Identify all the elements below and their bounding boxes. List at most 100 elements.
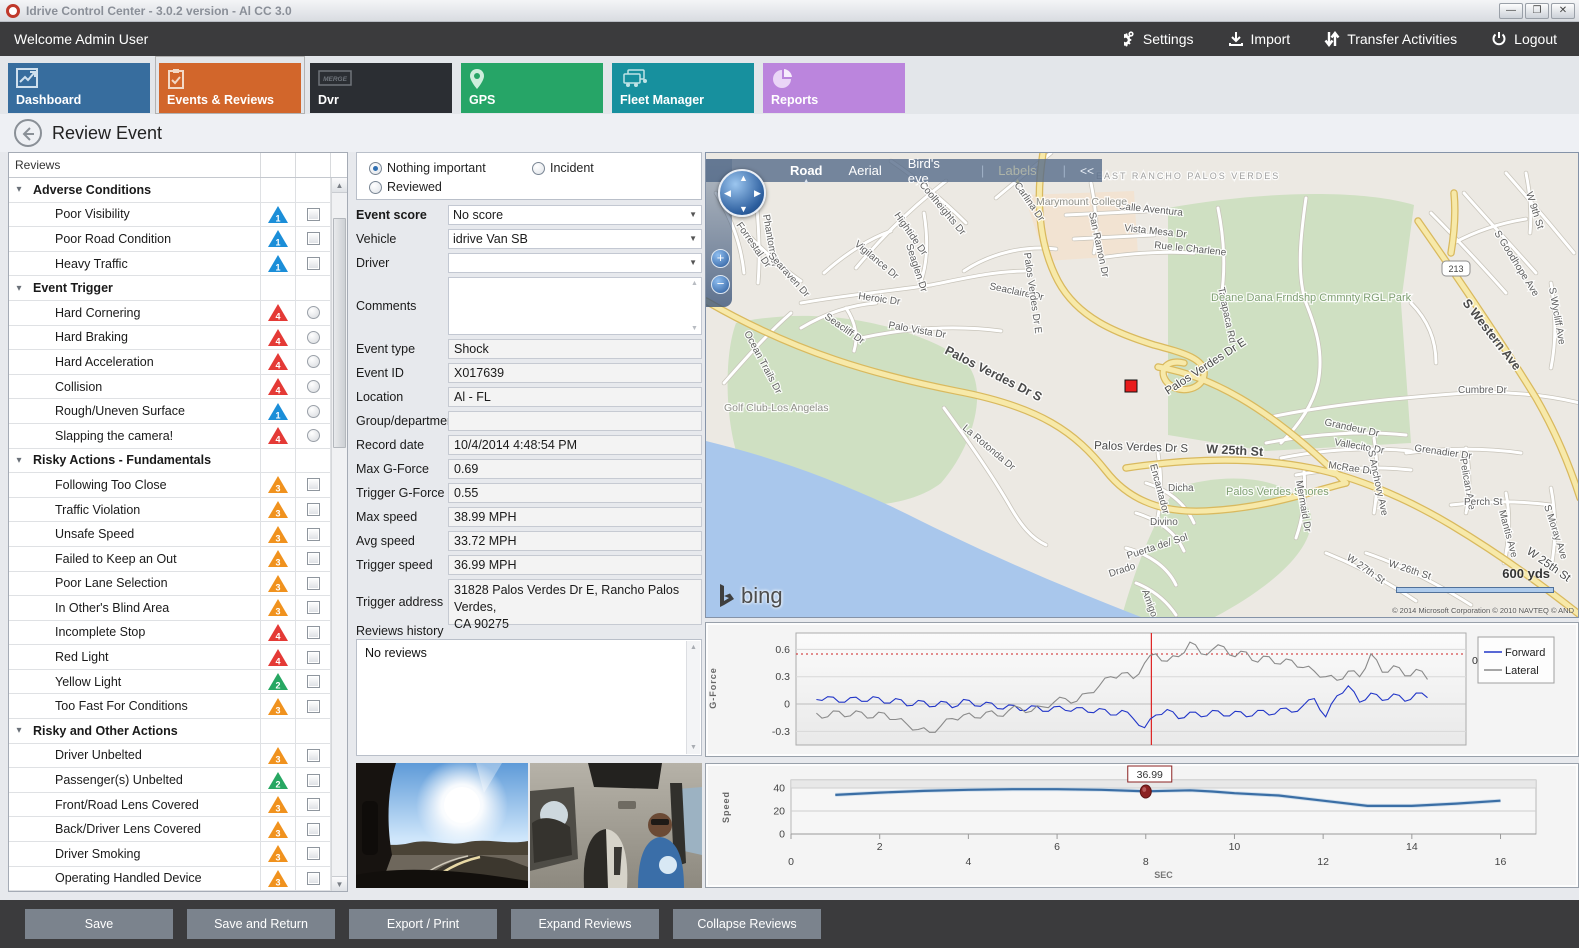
event-score-select[interactable]: No score bbox=[448, 205, 702, 225]
status-radio-nothing-important[interactable]: Nothing important bbox=[369, 161, 486, 175]
item-checkbox[interactable] bbox=[307, 700, 320, 713]
tree-item-row[interactable]: Driver Unbelted3 bbox=[9, 744, 331, 769]
item-checkbox[interactable] bbox=[307, 749, 320, 762]
comments-textarea[interactable]: ▲▼ bbox=[448, 277, 702, 335]
minimize-button[interactable]: — bbox=[1499, 3, 1523, 19]
tree-item-row[interactable]: Traffic Violation3 bbox=[9, 498, 331, 523]
item-radio[interactable] bbox=[307, 355, 320, 368]
expand-reviews-button[interactable]: Expand Reviews bbox=[511, 909, 659, 939]
item-radio[interactable] bbox=[307, 405, 320, 418]
item-checkbox[interactable] bbox=[307, 872, 320, 885]
tree-item-row[interactable]: Front/Road Lens Covered3 bbox=[9, 793, 331, 818]
scroll-up-icon[interactable]: ▲ bbox=[332, 178, 347, 193]
tab-fleet-manager[interactable]: Fleet Manager bbox=[612, 63, 754, 113]
collapse-arrow-icon[interactable]: ▾ bbox=[9, 184, 29, 195]
tree-item-row[interactable]: Passenger(s) Unbelted2 bbox=[9, 768, 331, 793]
scroll-thumb[interactable] bbox=[333, 218, 346, 448]
radio-icon[interactable] bbox=[369, 181, 382, 194]
item-checkbox[interactable] bbox=[307, 601, 320, 614]
collapse-reviews-button[interactable]: Collapse Reviews bbox=[673, 909, 821, 939]
map-view-bird-s-eye[interactable]: Bird's eye bbox=[908, 156, 955, 186]
map-pan-control[interactable]: ▲▼ ◀▶ bbox=[718, 169, 766, 217]
radio-icon[interactable] bbox=[369, 162, 382, 175]
item-checkbox[interactable] bbox=[307, 478, 320, 491]
item-checkbox[interactable] bbox=[307, 552, 320, 565]
tree-item-row[interactable]: Rough/Uneven Surface1 bbox=[9, 399, 331, 424]
map-view-aerial[interactable]: Aerial bbox=[849, 163, 882, 178]
tree-item-row[interactable]: Poor Road Condition1 bbox=[9, 227, 331, 252]
item-checkbox[interactable] bbox=[307, 651, 320, 664]
reviews-history-list[interactable]: No reviews ▲▼ bbox=[356, 639, 702, 756]
map-view-labels[interactable]: Labels bbox=[998, 163, 1036, 178]
tree-item-row[interactable]: In Other's Blind Area3 bbox=[9, 596, 331, 621]
collapse-arrow-icon[interactable]: ▾ bbox=[9, 283, 29, 294]
bing-map[interactable]: Forrestal DrPhantom DrSearaven DrVigilan… bbox=[705, 152, 1579, 618]
tree-item-row[interactable]: Hard Acceleration4 bbox=[9, 350, 331, 375]
tree-item-row[interactable]: Yellow Light2 bbox=[9, 670, 331, 695]
tree-group-row[interactable]: ▾Risky Actions - Fundamentals bbox=[9, 449, 331, 474]
tree-group-row[interactable]: ▾Risky and Other Actions bbox=[9, 719, 331, 744]
item-checkbox[interactable] bbox=[307, 257, 320, 270]
reviews-scrollbar[interactable]: ▲ ▼ bbox=[331, 178, 347, 891]
item-checkbox[interactable] bbox=[307, 577, 320, 590]
tree-item-row[interactable]: Collision4 bbox=[9, 375, 331, 400]
textarea-scrollbar[interactable]: ▲▼ bbox=[688, 278, 701, 334]
item-checkbox[interactable] bbox=[307, 232, 320, 245]
tree-item-row[interactable]: Driver Smoking3 bbox=[9, 842, 331, 867]
event-location-marker[interactable] bbox=[1125, 380, 1137, 392]
close-button[interactable]: ✕ bbox=[1551, 3, 1575, 19]
collapse-arrow-icon[interactable]: ▾ bbox=[9, 455, 29, 466]
logout-button[interactable]: Logout bbox=[1491, 31, 1557, 47]
map-view-road[interactable]: Road bbox=[790, 163, 823, 178]
tree-item-row[interactable]: Poor Lane Selection3 bbox=[9, 572, 331, 597]
transfer-activities-button[interactable]: Transfer Activities bbox=[1324, 30, 1457, 48]
tree-item-row[interactable]: Operating Handled Device3 bbox=[9, 867, 331, 891]
maximize-button[interactable]: ❐ bbox=[1525, 3, 1549, 19]
tree-item-row[interactable]: Hard Cornering4 bbox=[9, 301, 331, 326]
map-zoom-out-button[interactable]: − bbox=[711, 275, 730, 294]
item-radio[interactable] bbox=[307, 331, 320, 344]
radio-icon[interactable] bbox=[532, 162, 545, 175]
import-button[interactable]: Import bbox=[1228, 31, 1291, 47]
map-collapse-button[interactable]: << bbox=[1080, 164, 1102, 178]
item-checkbox[interactable] bbox=[307, 774, 320, 787]
save-button[interactable]: Save bbox=[25, 909, 173, 939]
tree-item-row[interactable]: Heavy Traffic1 bbox=[9, 252, 331, 277]
tree-item-row[interactable]: Too Fast For Conditions3 bbox=[9, 694, 331, 719]
settings-button[interactable]: Settings bbox=[1116, 30, 1194, 48]
tree-item-row[interactable]: Incomplete Stop4 bbox=[9, 621, 331, 646]
item-radio[interactable] bbox=[307, 429, 320, 442]
tree-item-row[interactable]: Slapping the camera!4 bbox=[9, 424, 331, 449]
tab-dvr[interactable]: MERGEDvr bbox=[310, 63, 452, 113]
speed-marker[interactable] bbox=[1140, 785, 1151, 798]
tree-item-row[interactable]: Unsafe Speed3 bbox=[9, 522, 331, 547]
tree-item-row[interactable]: Red Light4 bbox=[9, 645, 331, 670]
vehicle-select[interactable]: idrive Van SB bbox=[448, 229, 702, 249]
collapse-arrow-icon[interactable]: ▾ bbox=[9, 725, 29, 736]
item-checkbox[interactable] bbox=[307, 675, 320, 688]
item-checkbox[interactable] bbox=[307, 798, 320, 811]
tree-group-row[interactable]: ▾Event Trigger bbox=[9, 276, 331, 301]
status-radio-incident[interactable]: Incident bbox=[532, 161, 594, 175]
item-checkbox[interactable] bbox=[307, 847, 320, 860]
item-radio[interactable] bbox=[307, 380, 320, 393]
cabin-camera-image[interactable] bbox=[530, 763, 702, 888]
status-radio-reviewed[interactable]: Reviewed bbox=[369, 180, 442, 194]
driver-select[interactable] bbox=[448, 253, 702, 273]
road-camera-image[interactable] bbox=[356, 763, 528, 888]
item-checkbox[interactable] bbox=[307, 528, 320, 541]
tree-item-row[interactable]: Back/Driver Lens Covered3 bbox=[9, 817, 331, 842]
tree-item-row[interactable]: Poor Visibility1 bbox=[9, 203, 331, 228]
item-radio[interactable] bbox=[307, 306, 320, 319]
reviews-history-scrollbar[interactable]: ▲▼ bbox=[686, 641, 700, 754]
item-checkbox[interactable] bbox=[307, 626, 320, 639]
scroll-down-icon[interactable]: ▼ bbox=[332, 876, 347, 891]
save-and-return-button[interactable]: Save and Return bbox=[187, 909, 335, 939]
tree-item-row[interactable]: Following Too Close3 bbox=[9, 473, 331, 498]
tree-item-row[interactable]: Failed to Keep an Out3 bbox=[9, 547, 331, 572]
tab-gps[interactable]: GPS bbox=[461, 63, 603, 113]
item-checkbox[interactable] bbox=[307, 503, 320, 516]
item-checkbox[interactable] bbox=[307, 208, 320, 221]
tree-item-row[interactable]: Hard Braking4 bbox=[9, 326, 331, 351]
tab-reports[interactable]: Reports bbox=[763, 63, 905, 113]
